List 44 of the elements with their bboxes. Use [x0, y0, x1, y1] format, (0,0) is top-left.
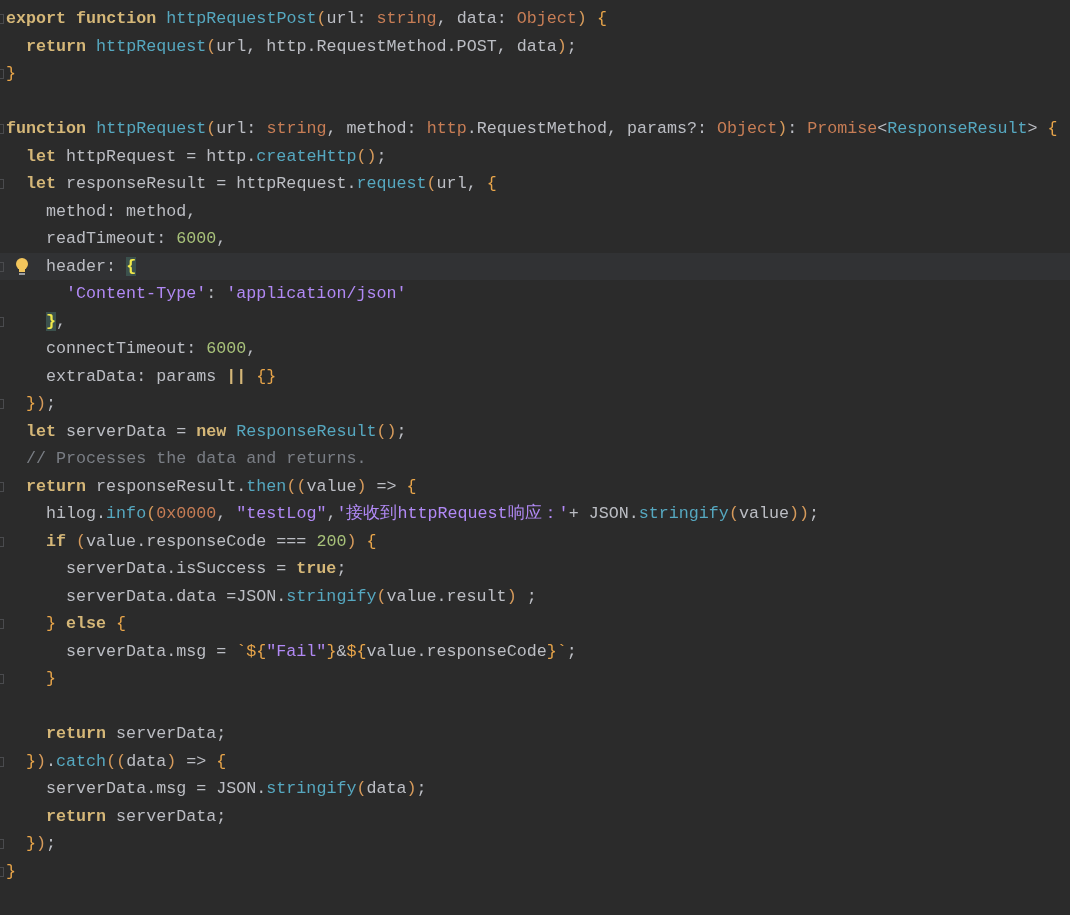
fold-icon[interactable]	[0, 124, 4, 134]
fold-icon[interactable]	[0, 14, 4, 24]
code-line: let serverData = new ResponseResult();	[26, 420, 407, 443]
code-line: connectTimeout: 6000,	[46, 338, 257, 360]
code-line: }).catch((data) => {	[26, 750, 227, 773]
fold-icon[interactable]	[0, 756, 4, 767]
code-line: }	[46, 668, 56, 690]
code-line: return responseResult.then((value) => {	[26, 475, 417, 498]
code-line: return httpRequest(url, http.RequestMethod.POST, data);	[26, 35, 577, 58]
code-line: });	[26, 833, 57, 855]
code-line: serverData.data =JSON.stringify(value.result) ;	[66, 585, 537, 608]
code-line: readTimeout: 6000,	[46, 228, 227, 250]
code-line: return serverData;	[46, 723, 227, 745]
code-line: if (value.responseCode === 200) {	[46, 530, 377, 553]
fold-icon[interactable]	[0, 674, 4, 684]
code-line: serverData.msg = `${"Fail"}&${value.responseCode}`;	[66, 640, 577, 663]
code-line: serverData.isSuccess = true;	[66, 558, 347, 580]
code-line: 'Content-Type': 'application/json'	[66, 283, 407, 305]
code-line: serverData.msg = JSON.stringify(data);	[46, 778, 427, 800]
fold-icon[interactable]	[0, 399, 4, 409]
fold-icon[interactable]	[0, 839, 4, 849]
code-line: return serverData;	[46, 805, 227, 828]
lightbulb-icon[interactable]	[14, 256, 30, 277]
code-line: method: method,	[46, 200, 197, 223]
code-line: extraData: params || {}	[46, 365, 277, 388]
code-line: export function httpRequestPost(url: string, data: Object) {	[6, 8, 607, 30]
code-line: });	[26, 393, 57, 415]
code-line: let httpRequest = http.createHttp();	[26, 145, 387, 168]
code-line: },	[46, 310, 67, 333]
fold-icon[interactable]	[0, 69, 4, 79]
fold-icon[interactable]	[0, 619, 4, 629]
fold-icon[interactable]	[0, 316, 4, 327]
code-line: header: {	[46, 255, 137, 278]
code-line: function httpRequest(url: string, method: http.RequestMethod, params?: Object): Promise<ResponseResult> {	[6, 118, 1058, 140]
code-line: }	[6, 860, 16, 883]
code-line: }	[6, 63, 16, 85]
fold-icon[interactable]	[0, 481, 4, 492]
code-line: // Processes the data and returns.	[26, 448, 367, 470]
fold-icon[interactable]	[0, 536, 4, 547]
fold-icon[interactable]	[0, 866, 4, 877]
fold-icon[interactable]	[0, 179, 4, 189]
code-line: hilog.info(0x0000, "testLog",'接收到httpRequest响应：'+ JSON.stringify(value));	[46, 502, 820, 525]
code-line: let responseResult = httpRequest.request(url, {	[26, 173, 497, 195]
code-line: } else {	[46, 613, 127, 635]
